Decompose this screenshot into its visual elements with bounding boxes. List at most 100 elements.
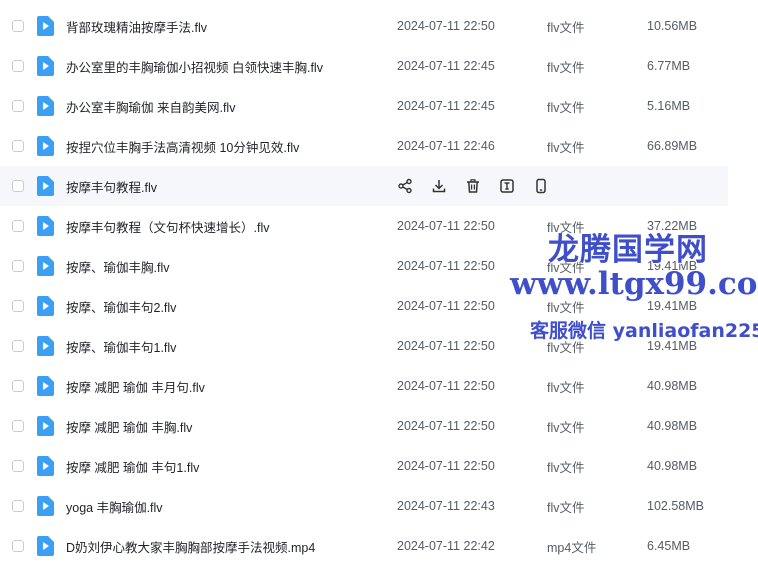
file-date: 2024-07-11 22:50 [397,259,495,273]
file-row[interactable]: 按摩、瑜伽丰句2.flv 2024-07-11 22:50 flv文件 19.41MB [0,286,758,326]
video-file-icon [37,296,54,316]
file-row[interactable]: 按摩 减肥 瑜伽 丰句1.flv 2024-07-11 22:50 flv文件 40.… [0,446,758,486]
file-name[interactable]: 按摩、瑜伽丰句2.flv [66,297,176,316]
download-icon [431,178,447,194]
file-name[interactable]: 按摩 减肥 瑜伽 丰月句.flv [66,377,205,396]
file-date: 2024-07-11 22:50 [397,19,495,33]
row-checkbox[interactable] [12,260,24,272]
file-name[interactable]: yoga 丰胸瑜伽.flv [66,497,163,516]
file-row[interactable]: yoga 丰胸瑜伽.flv 2024-07-11 22:43 flv文件 102.58… [0,486,758,526]
file-type: flv文件 [547,60,585,75]
video-file-icon [37,136,54,156]
row-checkbox[interactable] [12,540,24,552]
file-date: 2024-07-11 22:50 [397,459,495,473]
file-date: 2024-07-11 22:50 [397,419,495,433]
file-row[interactable]: 按摩 减肥 瑜伽 丰胸.flv 2024-07-11 22:50 flv文件 40.9… [0,406,758,446]
file-size: 6.45MB [647,539,691,553]
file-row[interactable]: 按摩丰句教程（文句杯快速增长）.flv 2024-07-11 22:50 flv文件… [0,206,758,246]
file-name[interactable]: 按摩 减肥 瑜伽 丰胸.flv [66,417,192,436]
file-name[interactable]: 按摩、瑜伽丰句1.flv [66,337,176,356]
file-name[interactable]: 按捏穴位丰胸手法高清视频 10分钟见效.flv [66,137,299,156]
file-type: flv文件 [547,340,585,355]
share-icon [397,178,413,194]
video-file-icon [37,496,54,516]
file-row[interactable]: 按摩、瑜伽丰胸.flv 2024-07-11 22:50 flv文件 19.41MB [0,246,758,286]
file-list: 背部玫瑰精油按摩手法.flv 2024-07-11 22:50 flv文件 10.56… [0,6,758,566]
file-type: flv文件 [547,100,585,115]
file-date: 2024-07-11 22:50 [397,339,495,353]
file-size: 19.41MB [647,259,698,273]
video-file-icon [37,256,54,276]
file-type: flv文件 [547,500,585,515]
file-row[interactable]: 办公室丰胸瑜伽 来自韵美网.flv 2024-07-11 22:45 flv文件 5.… [0,86,758,126]
file-size: 5.16MB [647,99,691,113]
file-size: 40.98MB [647,379,698,393]
video-file-icon [37,96,54,116]
file-name[interactable]: 按摩、瑜伽丰胸.flv [66,257,169,276]
file-type: flv文件 [547,220,585,235]
file-name[interactable]: 按摩丰句教程.flv [66,177,157,196]
row-checkbox[interactable] [12,500,24,512]
video-file-icon [37,456,54,476]
file-type: flv文件 [547,300,585,315]
file-name[interactable]: 办公室丰胸瑜伽 来自韵美网.flv [66,97,235,116]
file-size: 6.77MB [647,59,691,73]
file-size: 10.56MB [647,19,698,33]
row-checkbox[interactable] [12,380,24,392]
file-name[interactable]: 按摩丰句教程（文句杯快速增长）.flv [66,217,269,236]
file-date: 2024-07-11 22:42 [397,539,495,553]
file-size: 40.98MB [647,419,698,433]
file-date: 2024-07-11 22:50 [397,379,495,393]
share-button[interactable] [396,177,414,195]
row-checkbox[interactable] [12,460,24,472]
video-file-icon [37,416,54,436]
file-date: 2024-07-11 22:50 [397,219,495,233]
row-checkbox[interactable] [12,180,24,192]
row-checkbox[interactable] [12,20,24,32]
file-date: 2024-07-11 22:45 [397,99,495,113]
row-checkbox[interactable] [12,220,24,232]
delete-button[interactable] [464,177,482,195]
file-size: 102.58MB [647,499,704,513]
row-checkbox[interactable] [12,300,24,312]
video-file-icon [37,56,54,76]
rename-icon [499,178,515,194]
file-name[interactable]: 办公室里的丰胸瑜伽小招视频 白领快速丰胸.flv [66,57,323,76]
file-date: 2024-07-11 22:46 [397,139,495,153]
file-date: 2024-07-11 22:50 [397,299,495,313]
file-date: 2024-07-11 22:43 [397,499,495,513]
file-row[interactable]: 按摩丰句教程.flv [0,166,728,206]
delete-icon [465,178,481,194]
file-size: 40.98MB [647,459,698,473]
download-button[interactable] [430,177,448,195]
file-type: flv文件 [547,380,585,395]
row-actions [396,176,566,196]
file-size: 66.89MB [647,139,698,153]
file-type: flv文件 [547,140,585,155]
file-type: mp4文件 [547,540,597,555]
row-checkbox[interactable] [12,60,24,72]
video-file-icon [37,336,54,356]
row-checkbox[interactable] [12,140,24,152]
row-checkbox[interactable] [12,420,24,432]
video-file-icon [37,536,54,556]
video-file-icon [37,216,54,236]
file-size: 19.41MB [647,299,698,313]
phone-icon [533,178,549,194]
file-row[interactable]: D奶刘伊心教大家丰胸胸部按摩手法视频.mp4 2024-07-11 22:42 mp… [0,526,758,566]
phone-button[interactable] [532,177,550,195]
file-name[interactable]: 按摩 减肥 瑜伽 丰句1.flv [66,457,199,476]
file-row[interactable]: 按摩 减肥 瑜伽 丰月句.flv 2024-07-11 22:50 flv文件 40.… [0,366,758,406]
file-name[interactable]: 背部玫瑰精油按摩手法.flv [66,17,207,36]
file-row[interactable]: 按摩、瑜伽丰句1.flv 2024-07-11 22:50 flv文件 19.41MB [0,326,758,366]
file-name[interactable]: D奶刘伊心教大家丰胸胸部按摩手法视频.mp4 [66,537,315,556]
row-checkbox[interactable] [12,340,24,352]
video-file-icon [37,176,54,196]
file-row[interactable]: 办公室里的丰胸瑜伽小招视频 白领快速丰胸.flv 2024-07-11 22:45… [0,46,758,86]
file-type: flv文件 [547,20,585,35]
rename-button[interactable] [498,177,516,195]
file-row[interactable]: 按捏穴位丰胸手法高清视频 10分钟见效.flv 2024-07-11 22:46 f… [0,126,758,166]
file-row[interactable]: 背部玫瑰精油按摩手法.flv 2024-07-11 22:50 flv文件 10.56… [0,6,758,46]
file-size: 19.41MB [647,339,698,353]
row-checkbox[interactable] [12,100,24,112]
